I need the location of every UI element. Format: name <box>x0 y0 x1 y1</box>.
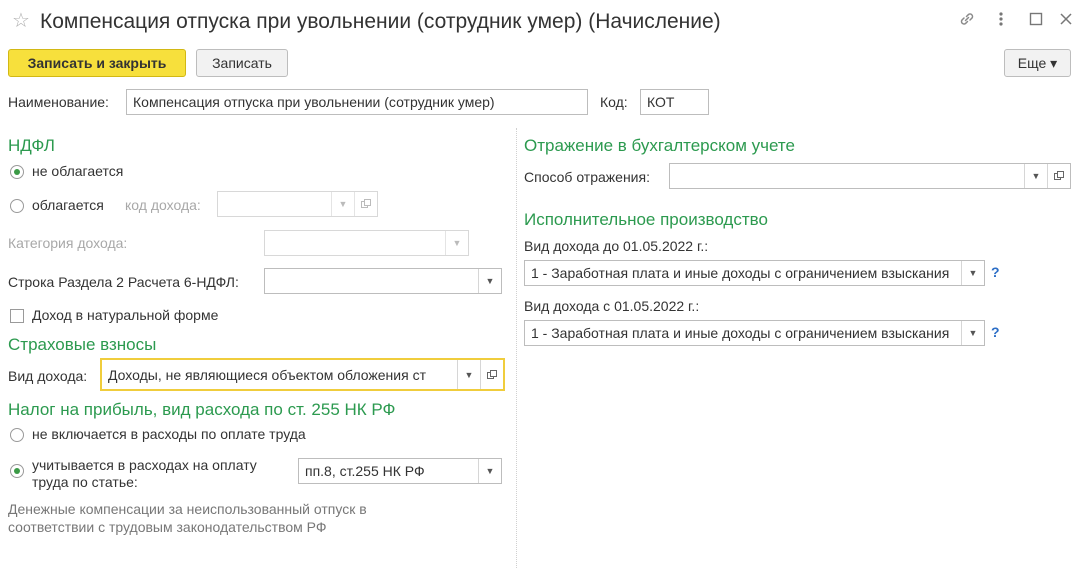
ndfl-section-title: НДФЛ <box>8 136 55 155</box>
profit-note-line2: соответствии с трудовым законодательство… <box>8 519 327 535</box>
insurance-income-type-value: Доходы, не являющиеся объектом обложения… <box>108 366 426 383</box>
close-icon[interactable] <box>1059 10 1073 33</box>
income-code-label: код дохода: <box>125 197 201 213</box>
chevron-down-icon[interactable]: ▼ <box>478 269 501 293</box>
chevron-down-icon[interactable]: ▼ <box>1024 164 1047 188</box>
enforcement-before-field[interactable]: 1 - Заработная плата и иные доходы с огр… <box>524 260 985 286</box>
in-kind-label[interactable]: Доход в натуральной форме <box>32 306 218 324</box>
help-icon[interactable]: ? <box>991 324 1000 340</box>
code-field[interactable]: КОТ <box>640 89 709 115</box>
enforcement-after-field[interactable]: 1 - Заработная плата и иные доходы с огр… <box>524 320 985 346</box>
chevron-down-icon[interactable]: ▼ <box>961 261 984 285</box>
enforcement-after-label: Вид дохода с 01.05.2022 г.: <box>524 298 700 314</box>
open-icon[interactable] <box>480 360 503 389</box>
ndfl-taxed-label[interactable]: облагается <box>32 196 104 214</box>
insurance-income-type-label: Вид дохода: <box>8 368 88 384</box>
enforcement-before-label: Вид дохода до 01.05.2022 г.: <box>524 238 709 254</box>
page-title: Компенсация отпуска при увольнении (сотр… <box>40 10 721 33</box>
enforcement-section-title: Исполнительное производство <box>524 210 768 229</box>
ndfl-taxed-radio[interactable] <box>10 199 24 213</box>
profit-not-included-radio[interactable] <box>10 428 24 442</box>
profit-note-line1: Денежные компенсации за неиспользованный… <box>8 501 367 517</box>
profit-article-field[interactable]: пп.8, ст.255 НК РФ ▼ <box>298 458 502 484</box>
profit-included-label-line2[interactable]: труда по статье: <box>32 473 138 491</box>
open-icon[interactable] <box>1047 164 1070 188</box>
enforcement-before-value: 1 - Заработная плата и иные доходы с огр… <box>531 265 950 281</box>
income-code-field[interactable]: ▼ <box>217 191 378 217</box>
profit-tax-section-title: Налог на прибыль, вид расхода по ст. 255… <box>8 400 396 419</box>
row-6ndfl-label: Строка Раздела 2 Расчета 6-НДФЛ: <box>8 274 239 290</box>
insurance-income-type-field[interactable]: Доходы, не являющиеся объектом обложения… <box>100 358 505 391</box>
income-category-label: Категория дохода: <box>8 235 128 251</box>
chevron-down-icon[interactable]: ▼ <box>961 321 984 345</box>
save-button[interactable]: Записать <box>196 49 288 77</box>
in-kind-checkbox[interactable] <box>10 309 24 323</box>
profit-included-label-line1[interactable]: учитывается в расходах на оплату <box>32 456 257 474</box>
ndfl-not-taxed-label[interactable]: не облагается <box>32 162 123 180</box>
maximize-icon[interactable] <box>1029 10 1043 33</box>
row-6ndfl-field[interactable]: ▼ <box>264 268 502 294</box>
link-icon[interactable] <box>958 10 976 33</box>
enforcement-after-value: 1 - Заработная плата и иные доходы с огр… <box>531 325 950 341</box>
profit-included-radio[interactable] <box>10 464 24 478</box>
chevron-down-icon[interactable]: ▼ <box>478 459 501 483</box>
insurance-section-title: Страховые взносы <box>8 335 157 354</box>
favorite-star-icon[interactable]: ☆ <box>12 10 30 32</box>
profit-article-value: пп.8, ст.255 НК РФ <box>305 463 425 479</box>
accounting-method-field[interactable]: ▼ <box>669 163 1071 189</box>
name-value: Компенсация отпуска при увольнении (сотр… <box>133 94 495 110</box>
accounting-method-label: Способ отражения: <box>524 169 650 185</box>
accounting-section-title: Отражение в бухгалтерском учете <box>524 136 795 155</box>
code-value: КОТ <box>647 94 675 110</box>
help-icon[interactable]: ? <box>991 264 1000 280</box>
open-icon[interactable] <box>354 192 377 216</box>
name-field[interactable]: Компенсация отпуска при увольнении (сотр… <box>126 89 588 115</box>
income-category-field[interactable]: ▼ <box>264 230 469 256</box>
chevron-down-icon[interactable]: ▼ <box>457 360 480 389</box>
chevron-down-icon[interactable]: ▼ <box>445 231 468 255</box>
more-button[interactable]: Еще ▾ <box>1004 49 1071 77</box>
chevron-down-icon[interactable]: ▼ <box>331 192 354 216</box>
column-divider <box>516 128 517 568</box>
save-and-close-button[interactable]: Записать и закрыть <box>8 49 186 77</box>
ndfl-not-taxed-radio[interactable] <box>10 165 24 179</box>
vertical-dots-icon[interactable] <box>998 10 1004 33</box>
name-label: Наименование: <box>8 94 109 110</box>
profit-not-included-label[interactable]: не включается в расходы по оплате труда <box>32 425 306 443</box>
code-label: Код: <box>600 94 628 110</box>
